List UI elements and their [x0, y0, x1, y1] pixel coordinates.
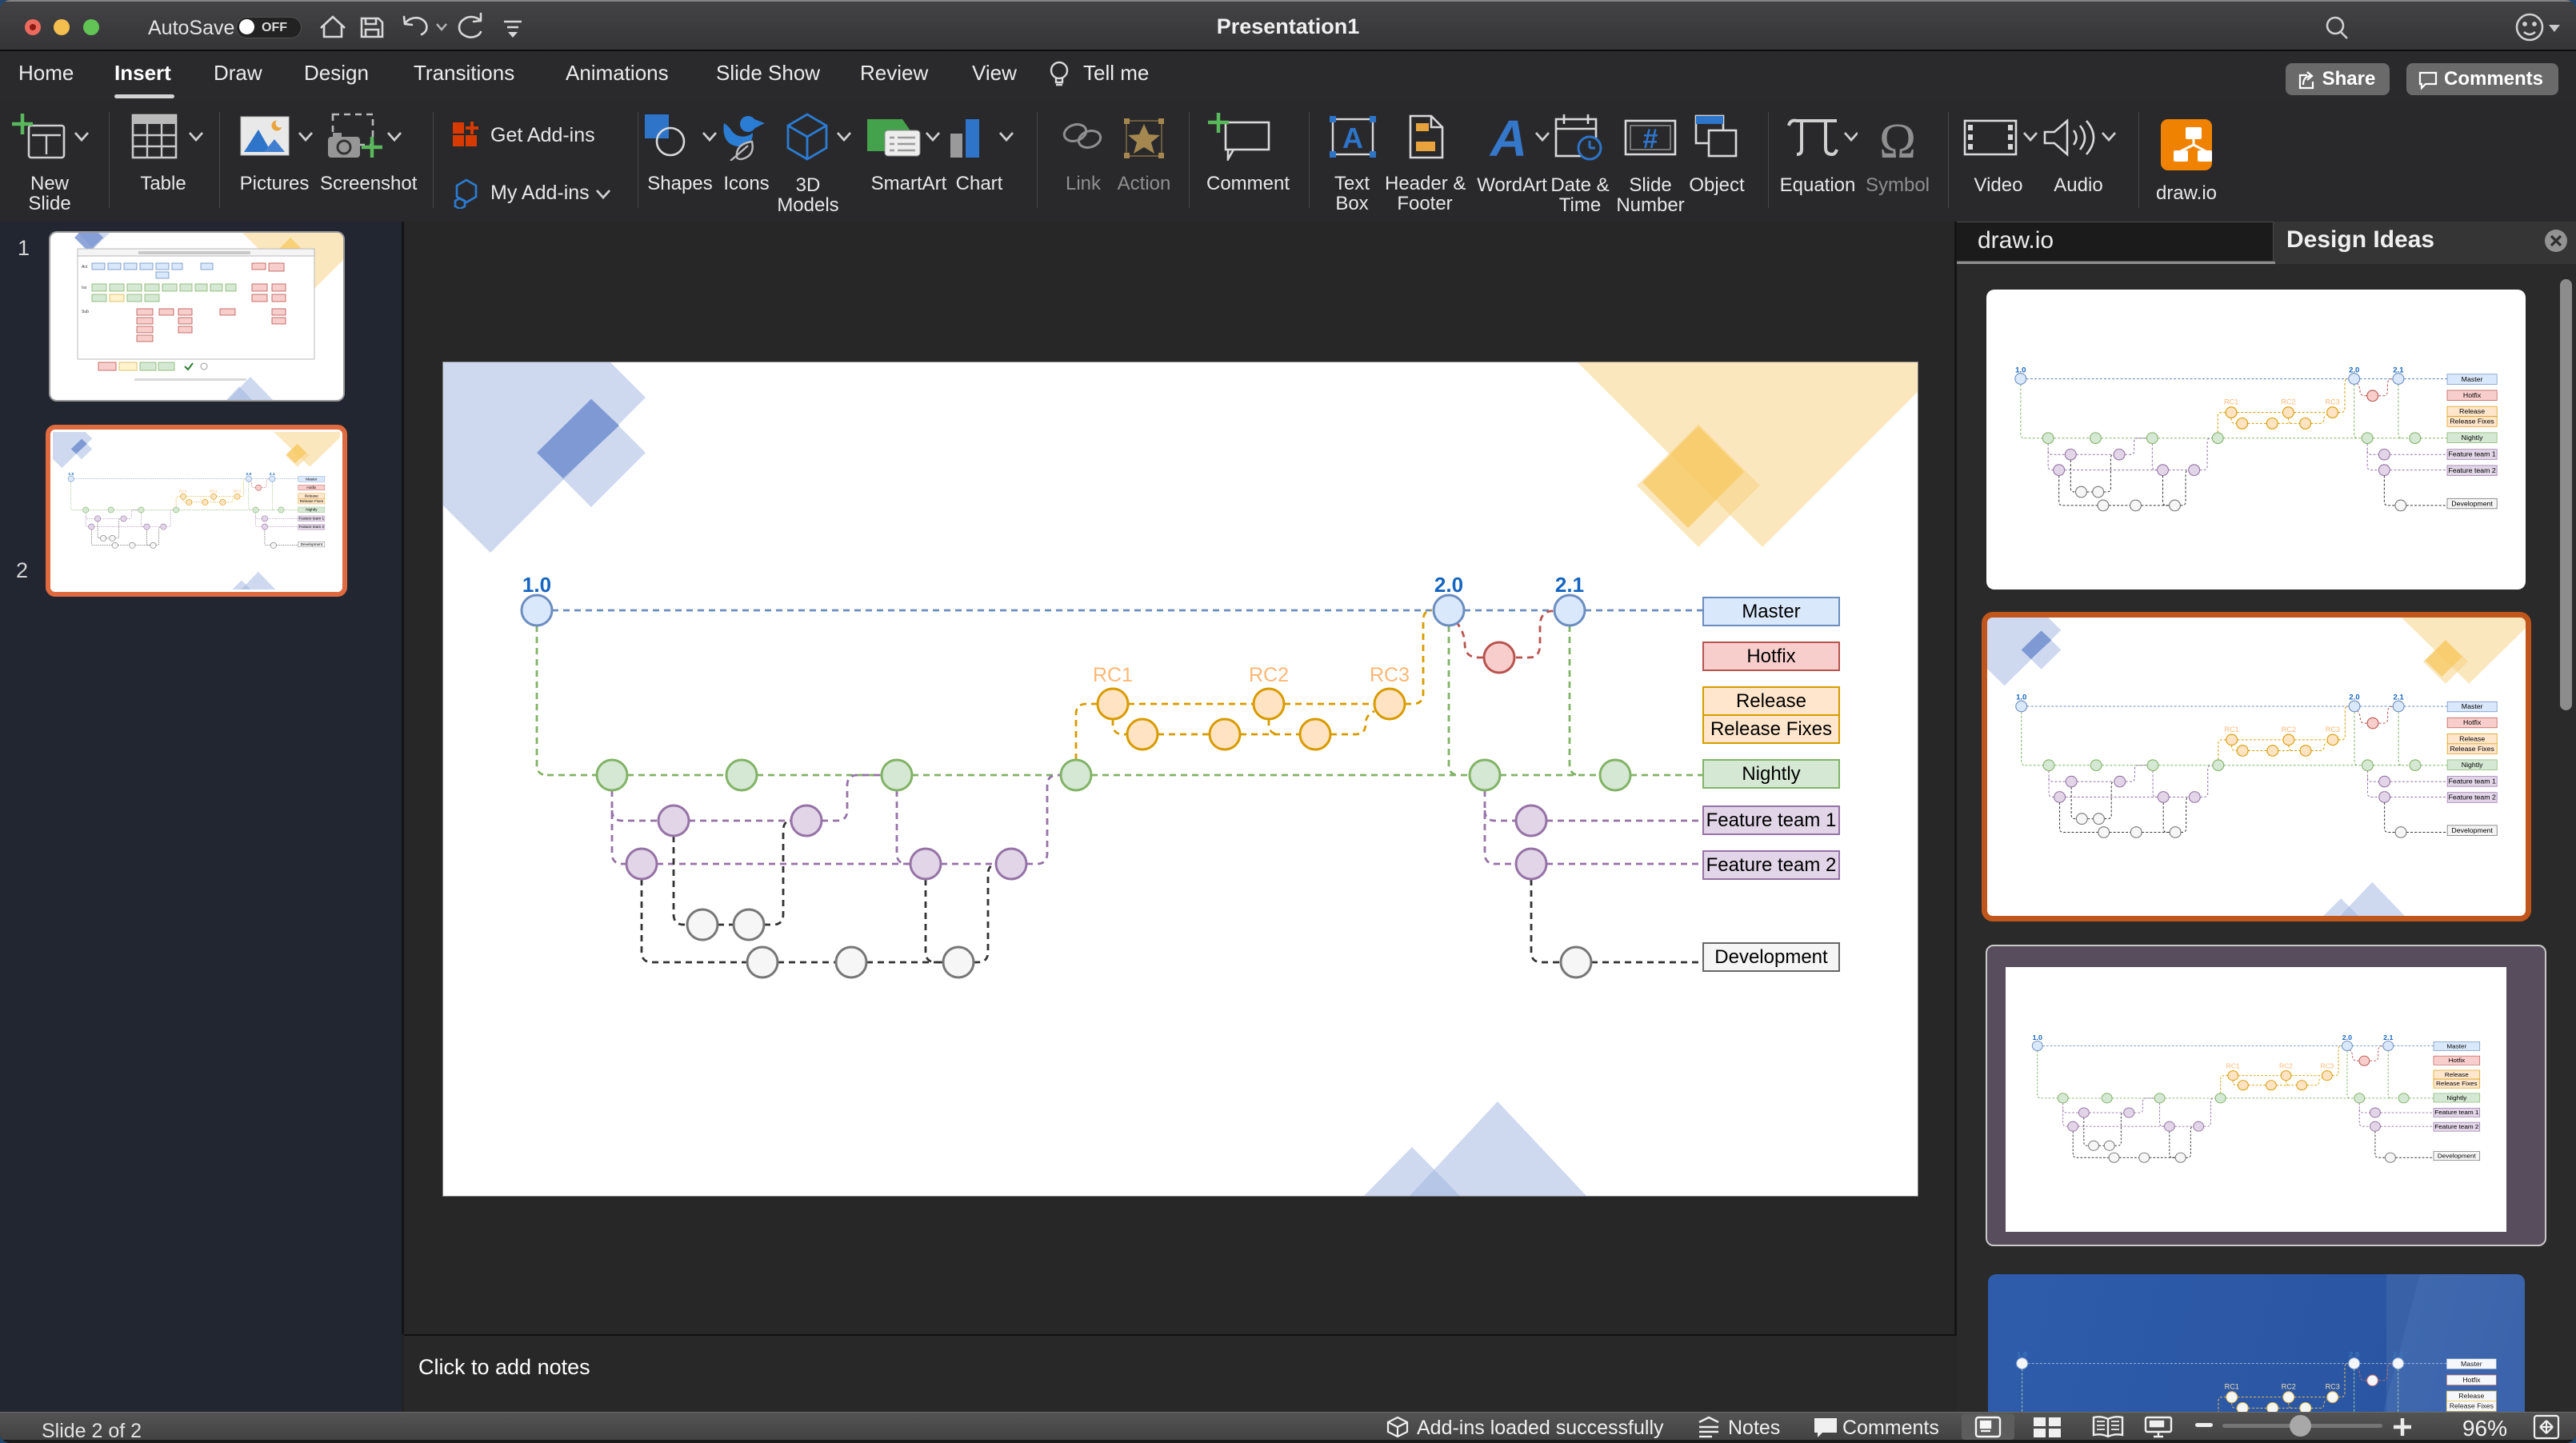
svg-text:#: # [1643, 124, 1658, 154]
svg-text:Act: Act [82, 265, 88, 270]
svg-text:Iss: Iss [82, 286, 87, 290]
svg-text:A: A [1342, 122, 1363, 154]
svg-text:Ω: Ω [1879, 114, 1916, 162]
svg-text:Sub: Sub [82, 310, 89, 314]
svg-text:A: A [1489, 113, 1527, 162]
